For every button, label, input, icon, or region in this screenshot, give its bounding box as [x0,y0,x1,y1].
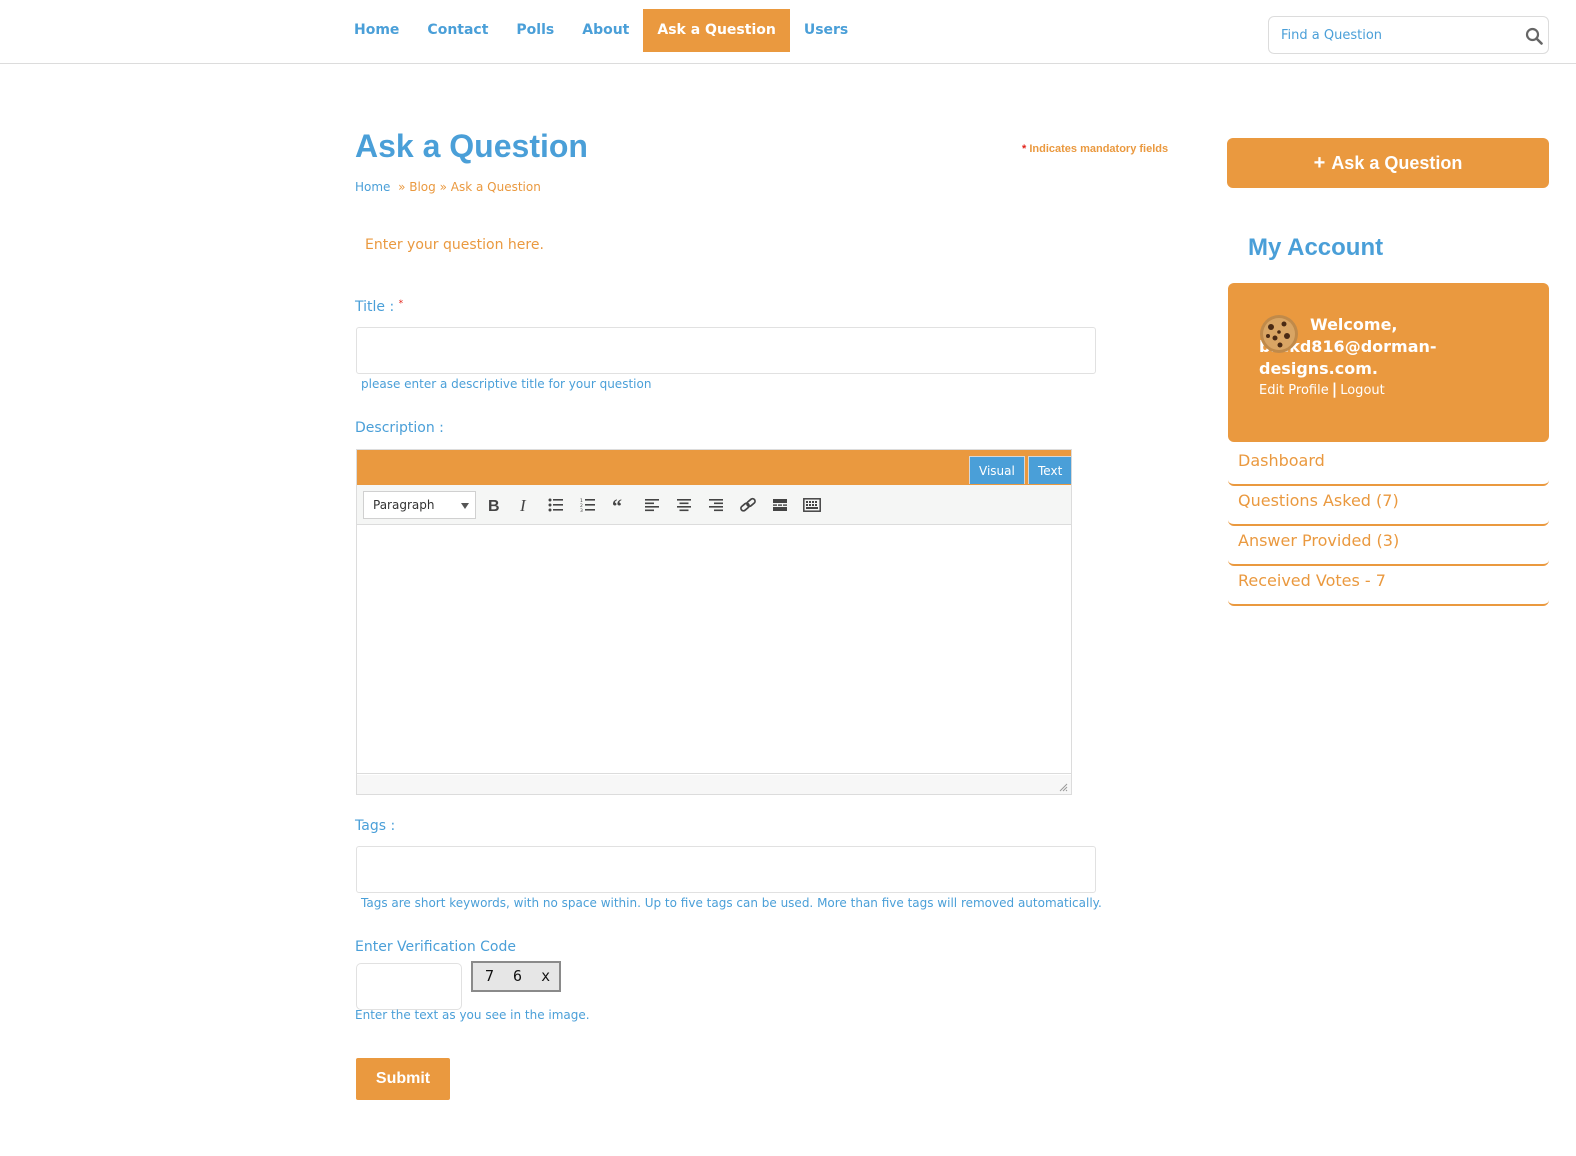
svg-text:3: 3 [580,508,583,512]
nav-polls[interactable]: Polls [502,9,568,52]
title-input[interactable] [356,327,1096,374]
align-center-icon[interactable] [671,493,697,517]
verification-hint: Enter the text as you see in the image. [355,1008,590,1022]
nav-about[interactable]: About [568,9,643,52]
nav-users[interactable]: Users [790,9,862,52]
logout-link[interactable]: Logout [1340,383,1385,398]
breadcrumb-blog[interactable]: » Blog [398,180,436,194]
plus-icon: + [1313,151,1326,174]
tags-input[interactable] [356,846,1096,893]
my-account-title: My Account [1248,234,1384,261]
breadcrumb-current: » Ask a Question [439,180,541,194]
sidebar-item-questions-asked[interactable]: Questions Asked (7) [1228,488,1549,526]
format-select-value: Paragraph [373,498,435,512]
breadcrumb-home[interactable]: Home [355,180,390,194]
intro-text: Enter your question here. [365,237,544,253]
title-hint: please enter a descriptive title for you… [361,377,652,391]
description-editor: Visual Text Paragraph B I 123 “ [356,449,1073,795]
mandatory-note-text: Indicates mandatory fields [1029,143,1169,155]
nav-home[interactable]: Home [340,9,413,52]
resize-handle-icon[interactable] [1058,782,1068,792]
account-links: Edit Profile | Logout [1259,380,1385,398]
chevron-down-icon [461,503,469,509]
sidebar-item-answer-provided[interactable]: Answer Provided (3) [1228,528,1549,566]
sidebar-item-dashboard[interactable]: Dashboard [1228,448,1549,486]
search-icon[interactable] [1525,27,1543,45]
link-icon[interactable] [735,493,761,517]
breadcrumb: Home » Blog » Ask a Question [355,180,541,194]
title-label: Title : * [355,299,403,315]
svg-text:I: I [519,497,527,513]
bulleted-list-icon[interactable] [543,493,569,517]
italic-icon[interactable]: I [511,493,537,517]
link-separator: | [1331,380,1338,398]
avatar [1260,315,1298,353]
editor-tab-bar: Visual Text [357,450,1073,485]
mandatory-note: * Indicates mandatory fields [1022,143,1168,155]
nav-contact[interactable]: Contact [413,9,502,52]
verification-label: Enter Verification Code [355,939,516,955]
toolbar-toggle-icon[interactable] [799,493,825,517]
nav-ask-a-question[interactable]: Ask a Question [643,9,790,52]
tab-text[interactable]: Text [1028,456,1073,484]
bold-icon[interactable]: B [480,493,506,517]
svg-text:B: B [488,498,500,513]
format-select[interactable]: Paragraph [363,491,476,519]
captcha-image: 7 6 x [471,961,561,992]
submit-button[interactable]: Submit [356,1058,450,1100]
required-star: * [1022,143,1027,155]
account-box: Welcome, brekd816@dorman-designs.com. Ed… [1228,283,1549,442]
search-box [1268,16,1549,54]
align-left-icon[interactable] [639,493,665,517]
tab-visual[interactable]: Visual [969,456,1025,484]
read-more-icon[interactable] [767,493,793,517]
verification-input[interactable] [356,963,462,1010]
sidebar-item-received-votes[interactable]: Received Votes - 7 [1228,568,1549,606]
svg-text:“: “ [612,498,622,512]
numbered-list-icon[interactable]: 123 [575,493,601,517]
ask-question-button-label: Ask a Question [1331,152,1463,173]
editor-status-bar [357,775,1071,794]
edit-profile-link[interactable]: Edit Profile [1259,383,1329,398]
tags-label: Tags : [355,818,396,834]
editor-toolbar: Paragraph B I 123 “ [357,485,1071,525]
required-star: * [398,299,404,309]
top-bar: Home Contact Polls About Ask a Question … [0,0,1576,64]
tags-hint: Tags are short keywords, with no space w… [361,896,1102,910]
page-title: Ask a Question [355,128,588,164]
align-right-icon[interactable] [703,493,729,517]
description-label: Description : [355,420,444,436]
ask-question-button[interactable]: + Ask a Question [1227,138,1549,188]
main-nav: Home Contact Polls About Ask a Question … [340,9,862,52]
title-label-text: Title : [355,299,395,315]
blockquote-icon[interactable]: “ [607,493,633,517]
editor-content-area[interactable] [357,526,1071,774]
search-input[interactable] [1269,17,1509,53]
